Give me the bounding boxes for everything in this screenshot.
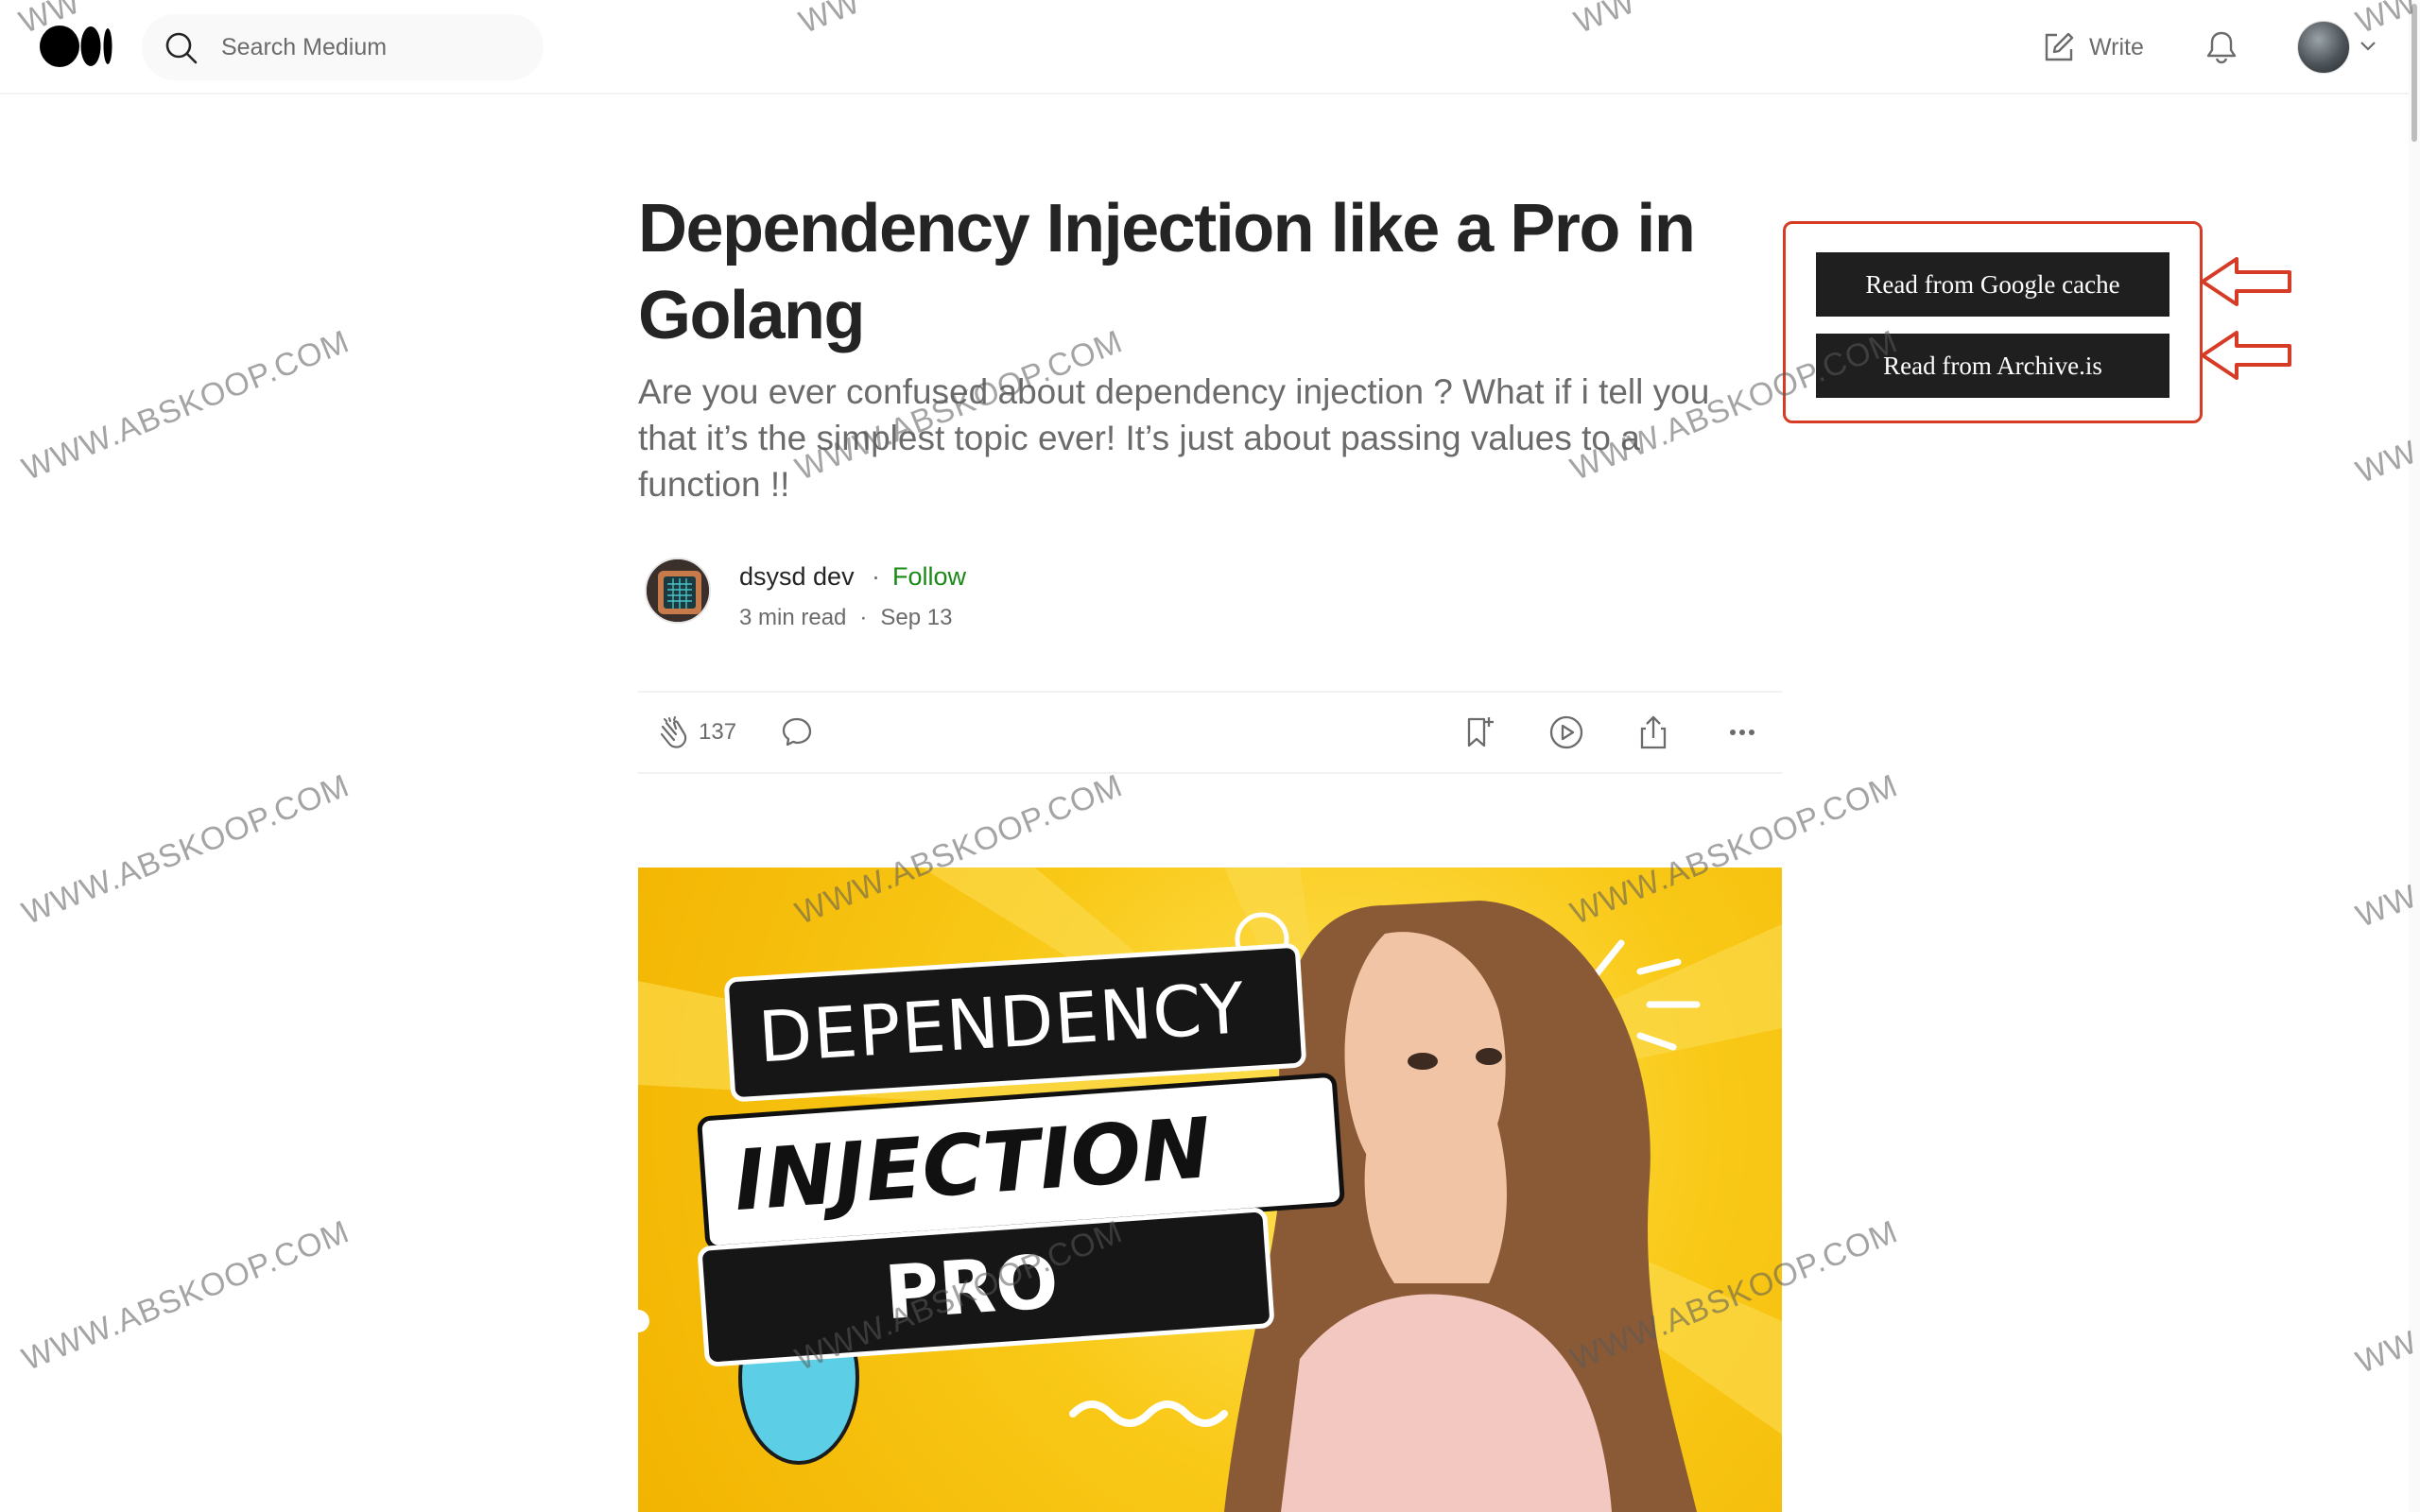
bookmark-add-icon[interactable] [1461, 713, 1498, 751]
article-action-bar: 137 [638, 691, 1782, 774]
article-hero-image: DEPENDENCY INJECTION PRO [638, 868, 1782, 1512]
article-title: Dependency Injection like a Pro in Golan… [638, 191, 1696, 353]
watermark: WWW.ABSKOOP.COM [17, 1213, 354, 1378]
listen-play-icon[interactable] [1547, 713, 1585, 751]
share-icon[interactable] [1634, 713, 1672, 751]
medium-logo-icon[interactable] [40, 25, 115, 68]
page-scrollbar[interactable] [2409, 0, 2420, 1512]
separator-dot: · [859, 605, 868, 630]
more-options-icon[interactable] [1723, 713, 1761, 751]
read-google-cache-button[interactable]: Read from Google cache [1816, 252, 2169, 317]
clap-count: 137 [699, 719, 737, 745]
read-archive-button[interactable]: Read from Archive.is [1816, 334, 2169, 398]
author-avatar-image [647, 559, 709, 622]
scrollbar-thumb[interactable] [2411, 4, 2417, 142]
author-avatar[interactable] [645, 558, 711, 624]
article-subtitle: Are you ever confused about dependency i… [638, 372, 1710, 504]
write-icon [2045, 32, 2074, 61]
publish-date: Sep 13 [880, 605, 953, 630]
arrow-left-icon [2201, 331, 2291, 380]
separator-dot: · [872, 562, 880, 591]
watermark: WWW.ABSKOOP.COM [17, 767, 354, 932]
search-bar[interactable] [142, 14, 544, 80]
author-name[interactable]: dsysd dev [739, 562, 855, 592]
watermark: WWW.ABSKOOP.COM [17, 323, 354, 488]
write-label: Write [2089, 33, 2144, 60]
write-button[interactable]: Write [2042, 25, 2155, 70]
read-options-highlight: Read from Google cache Read from Archive… [1783, 221, 2203, 423]
article-meta: 3 min read · Sep 13 [739, 605, 952, 631]
notifications-bell-icon[interactable] [2203, 28, 2240, 66]
comment-icon[interactable] [778, 713, 816, 751]
read-time: 3 min read [739, 605, 847, 630]
chevron-down-icon [2360, 42, 2376, 51]
top-navigation-bar: Write [0, 0, 2420, 94]
clap-icon[interactable] [653, 713, 691, 751]
follow-button[interactable]: Follow [892, 562, 966, 592]
avatar [2297, 21, 2350, 74]
search-icon [165, 32, 198, 64]
user-menu[interactable] [2297, 21, 2382, 74]
search-input[interactable] [221, 14, 524, 80]
arrow-left-icon [2201, 257, 2291, 306]
